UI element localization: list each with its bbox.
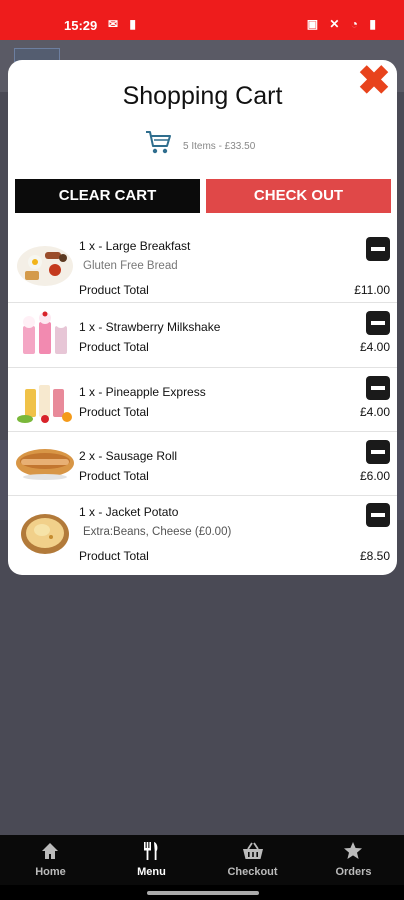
basket-icon xyxy=(243,842,263,859)
item-price: £4.00 xyxy=(359,340,390,354)
tab-checkout[interactable]: Checkout xyxy=(202,835,303,885)
item-total-label: Product Total xyxy=(79,283,149,297)
tab-home[interactable]: Home xyxy=(0,835,101,885)
item-name: 1 x - Strawberry Milkshake xyxy=(79,320,221,334)
jacket-potato-image xyxy=(15,508,75,558)
tab-label: Menu xyxy=(137,866,166,878)
cart-items-list: 1 x - Large Breakfast Gluten Free Bread … xyxy=(8,228,397,575)
home-indicator-bar[interactable] xyxy=(147,891,259,895)
tab-label: Home xyxy=(35,866,66,878)
cart-item: 1 x - Strawberry Milkshake Product Total… xyxy=(8,303,397,368)
checkout-button[interactable]: CHECK OUT xyxy=(206,179,391,213)
item-name: 1 x - Jacket Potato xyxy=(79,505,179,519)
modal-title: Shopping Cart xyxy=(122,82,283,110)
remove-item-button[interactable] xyxy=(366,440,390,464)
notification-icons: ✉ ▮ xyxy=(108,17,140,31)
item-name: 2 x - Sausage Roll xyxy=(79,449,178,463)
breakfast-image xyxy=(15,238,75,288)
item-total-label: Product Total xyxy=(79,340,149,354)
cart-icon xyxy=(146,131,171,154)
cart-item: 1 x - Pineapple Express Product Total £4… xyxy=(8,368,397,432)
item-price: £6.00 xyxy=(359,469,390,483)
clear-cart-button[interactable]: CLEAR CART xyxy=(15,179,200,213)
tab-orders[interactable]: Orders xyxy=(303,835,404,885)
system-status-icons: ▣ ✕ ◔ ▮ xyxy=(306,17,380,31)
cart-item: 2 x - Sausage Roll Product Total £6.00 xyxy=(8,432,397,496)
cart-summary: 5 Items - £33.50 xyxy=(8,128,397,156)
remove-item-button[interactable] xyxy=(366,503,390,527)
smoothie-image xyxy=(15,375,75,425)
status-bar: 15:29 ✉ ▮ ▣ ✕ ◔ ▮ xyxy=(0,0,404,40)
cart-item: 1 x - Large Breakfast Gluten Free Bread … xyxy=(8,228,397,303)
remove-item-button[interactable] xyxy=(366,237,390,261)
home-indicator xyxy=(0,885,404,900)
item-name: 1 x - Large Breakfast xyxy=(79,239,191,253)
status-time: 15:29 xyxy=(64,18,98,33)
item-total-label: Product Total xyxy=(79,549,149,563)
cart-item: 1 x - Jacket Potato Extra:Beans, Cheese … xyxy=(8,496,397,575)
item-total-label: Product Total xyxy=(79,405,149,419)
tab-label: Checkout xyxy=(227,866,278,878)
item-total-label: Product Total xyxy=(79,469,149,483)
shopping-cart-modal: ✖ Shopping Cart 5 Items - £33.50 CLEAR C… xyxy=(8,60,397,575)
item-detail: Gluten Free Bread xyxy=(83,260,178,272)
bottom-tab-bar: Home Menu Checkout Orders xyxy=(0,835,404,885)
star-icon xyxy=(344,842,362,859)
milkshake-image xyxy=(15,310,75,360)
item-name: 1 x - Pineapple Express xyxy=(79,385,206,399)
tab-menu[interactable]: Menu xyxy=(101,835,202,885)
remove-item-button[interactable] xyxy=(366,376,390,400)
home-icon xyxy=(42,843,58,859)
item-price: £8.50 xyxy=(359,549,390,563)
item-price: £11.00 xyxy=(354,283,390,297)
item-detail: Extra:Beans, Cheese (£0.00) xyxy=(83,526,232,538)
tab-label: Orders xyxy=(335,866,372,878)
remove-item-button[interactable] xyxy=(366,311,390,335)
sausage-roll-image xyxy=(15,439,75,489)
cutlery-icon xyxy=(144,842,158,860)
item-price: £4.00 xyxy=(359,405,390,419)
cart-count: 5 Items - £33.50 xyxy=(183,141,256,152)
